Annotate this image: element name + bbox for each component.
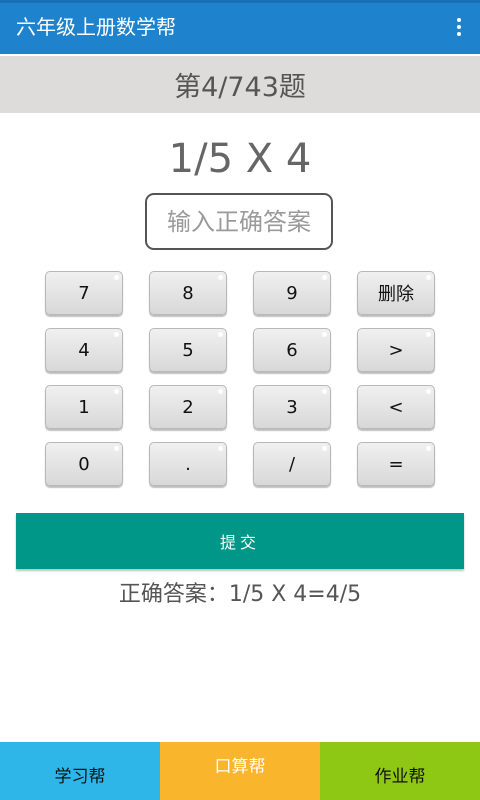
app-title: 六年级上册数学帮	[16, 15, 176, 39]
bottom-nav: 学习帮 口算帮 作业帮	[0, 742, 480, 800]
menu-dot	[457, 18, 461, 22]
question-counter: 第4/743题	[174, 72, 306, 103]
key-0[interactable]: 0	[45, 442, 123, 486]
submit-button[interactable]: 提交	[16, 513, 464, 569]
key-2[interactable]: 2	[149, 385, 227, 429]
equals-key[interactable]: =	[357, 442, 435, 486]
keypad: 7 8 9 删除 4 5 6 > 1 2 3 < 0 . / =	[45, 271, 437, 487]
tab-study-label: 学习帮	[54, 767, 106, 787]
slash-key[interactable]: /	[253, 442, 331, 486]
tab-oral-math-label: 口算帮	[214, 757, 266, 777]
correct-answer-text: 正确答案：1/5 X 4=4/5	[118, 582, 362, 607]
question-bar: 第4/743题	[0, 56, 480, 113]
key-1[interactable]: 1	[45, 385, 123, 429]
app-bar: 六年级上册数学帮	[0, 0, 480, 54]
menu-dot	[457, 32, 461, 36]
status-strip	[0, 0, 480, 3]
key-4[interactable]: 4	[45, 328, 123, 372]
tab-homework[interactable]: 作业帮	[320, 742, 480, 800]
greater-than-key[interactable]: >	[357, 328, 435, 372]
key-3[interactable]: 3	[253, 385, 331, 429]
more-vert-icon[interactable]	[448, 12, 470, 42]
less-than-key[interactable]: <	[357, 385, 435, 429]
key-8[interactable]: 8	[149, 271, 227, 315]
key-7[interactable]: 7	[45, 271, 123, 315]
problem-expression: 1/5 X 4	[168, 136, 312, 182]
answer-input[interactable]	[145, 193, 333, 250]
key-6[interactable]: 6	[253, 328, 331, 372]
key-9[interactable]: 9	[253, 271, 331, 315]
delete-key[interactable]: 删除	[357, 271, 435, 315]
tab-homework-label: 作业帮	[374, 767, 426, 787]
menu-dot	[457, 25, 461, 29]
tab-study[interactable]: 学习帮	[0, 742, 160, 800]
tab-oral-math[interactable]: 口算帮	[160, 742, 320, 800]
decimal-point-key[interactable]: .	[149, 442, 227, 486]
key-5[interactable]: 5	[149, 328, 227, 372]
